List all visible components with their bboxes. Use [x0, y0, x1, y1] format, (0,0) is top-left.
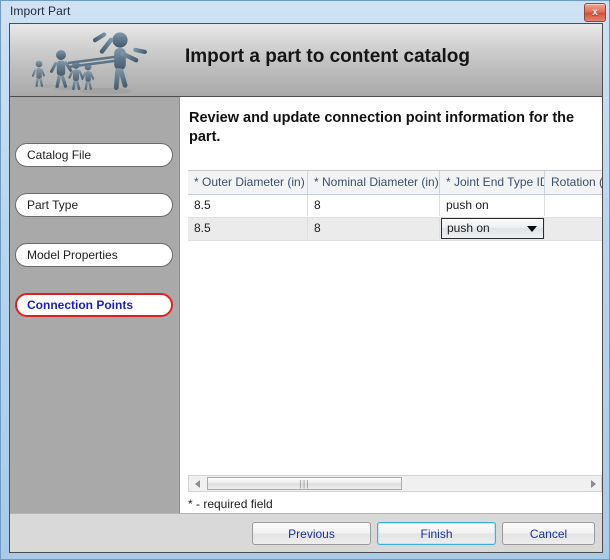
- running-figures-icon: [31, 32, 147, 95]
- scrollbar-track[interactable]: |||: [205, 476, 585, 491]
- previous-button[interactable]: Previous: [252, 522, 371, 545]
- page-title: Review and update connection point infor…: [189, 110, 575, 145]
- sidebar-item-connection-points[interactable]: Connection Points: [15, 293, 173, 317]
- cell-nominal-diameter[interactable]: 8: [308, 195, 440, 216]
- dialog-footer: Previous Finish Cancel: [10, 513, 602, 552]
- scroll-left-arrow-icon[interactable]: [189, 476, 205, 491]
- grid-body: 8.5 8 push on 8.5 8 push on: [188, 195, 602, 475]
- scrollbar-grip-icon: |||: [299, 478, 310, 488]
- sidebar-item-catalog-file[interactable]: Catalog File: [15, 143, 173, 167]
- sidebar-item-label: Connection Points: [27, 298, 133, 312]
- title-bar: Import Part x: [1, 1, 610, 23]
- banner-title: Import a part to content catalog: [185, 46, 471, 67]
- chevron-down-icon: [527, 226, 537, 232]
- sidebar-item-model-properties[interactable]: Model Properties: [15, 243, 173, 267]
- close-icon: x: [592, 6, 598, 18]
- cell-outer-diameter[interactable]: 8.5: [188, 218, 308, 239]
- column-header-rotation[interactable]: Rotation (°: [545, 171, 602, 194]
- joint-end-type-dropdown-value: push on: [447, 221, 490, 235]
- wizard-content-panel: Review and update connection point infor…: [181, 97, 602, 513]
- column-header-nominal-diameter[interactable]: * Nominal Diameter (in): [308, 171, 440, 194]
- window-title: Import Part: [10, 4, 71, 18]
- cancel-button[interactable]: Cancel: [502, 522, 595, 545]
- grid-header-row: * Outer Diameter (in) * Nominal Diameter…: [188, 171, 602, 195]
- cell-rotation[interactable]: [545, 218, 602, 239]
- scrollbar-thumb[interactable]: |||: [207, 477, 402, 490]
- sidebar-item-label: Model Properties: [27, 248, 118, 262]
- import-part-dialog: Import Part x Import a part to content c…: [0, 0, 610, 560]
- finish-button[interactable]: Finish: [377, 522, 496, 545]
- column-header-joint-end-type-id[interactable]: * Joint End Type ID: [440, 171, 545, 194]
- sidebar-item-label: Part Type: [27, 198, 79, 212]
- sidebar-item-part-type[interactable]: Part Type: [15, 193, 173, 217]
- table-row[interactable]: 8.5 8 push on: [188, 218, 602, 241]
- cell-nominal-diameter[interactable]: 8: [308, 218, 440, 239]
- column-header-outer-diameter[interactable]: * Outer Diameter (in): [188, 171, 308, 194]
- cell-joint-end-type[interactable]: push on: [440, 195, 545, 216]
- cell-outer-diameter[interactable]: 8.5: [188, 195, 308, 216]
- scroll-right-arrow-icon[interactable]: [585, 476, 601, 491]
- connection-points-grid: * Outer Diameter (in) * Nominal Diameter…: [188, 170, 602, 475]
- table-row[interactable]: 8.5 8 push on: [188, 195, 602, 218]
- joint-end-type-dropdown[interactable]: push on: [441, 218, 544, 239]
- close-button[interactable]: x: [584, 3, 606, 22]
- required-field-note: * - required field: [188, 497, 273, 511]
- sidebar-item-label: Catalog File: [27, 148, 92, 162]
- grid-horizontal-scrollbar[interactable]: |||: [188, 475, 602, 492]
- dialog-client-area: Import a part to content catalog Catalog…: [9, 23, 603, 553]
- cell-rotation[interactable]: [545, 195, 602, 216]
- wizard-step-sidebar: Catalog File Part Type Model Properties …: [10, 97, 180, 513]
- wizard-banner: Import a part to content catalog: [10, 24, 602, 97]
